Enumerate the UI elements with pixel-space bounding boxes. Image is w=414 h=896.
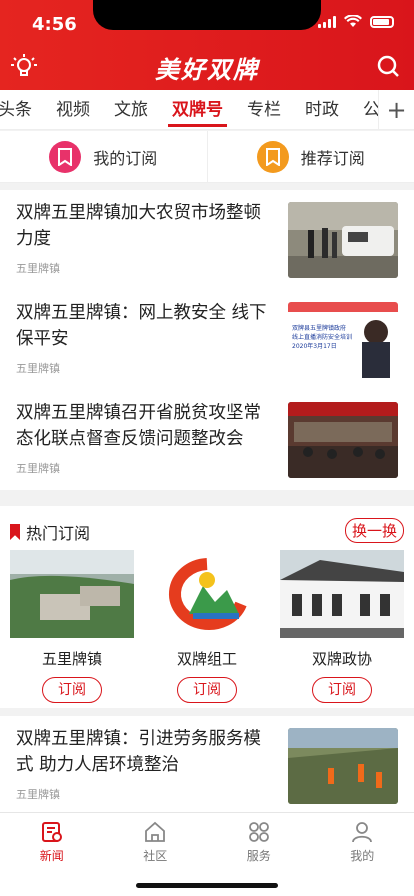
card-name: 五里牌镇 [41, 650, 102, 668]
article-source: 五里牌镇 [16, 362, 60, 375]
status-time: 4:56 [32, 14, 77, 35]
refresh-button[interactable]: 换一换 [344, 518, 404, 543]
bookmark-icon [256, 140, 289, 173]
article-thumbnail [288, 202, 398, 278]
thumb-text-1: 双牌县五里牌镇政府 [292, 325, 347, 332]
my-subscriptions-button[interactable]: 我的订阅 [0, 131, 207, 182]
article-item[interactable]: 双牌五里牌镇召开省脱贫攻坚常态化联点督查反馈问题整改会 五里牌镇 [0, 390, 414, 490]
battery-icon [370, 15, 394, 28]
article-source: 五里牌镇 [16, 462, 60, 475]
article-title: 双牌五里牌镇加大农贸市场整顿力度 [16, 203, 261, 249]
nav-profile-label: 我的 [350, 849, 375, 863]
article-title: 双牌五里牌镇：网上教安全 线下保平安 [16, 303, 267, 349]
nav-news[interactable]: 新闻 [0, 813, 104, 896]
card-image [145, 550, 269, 638]
channel-tabs: 头条 视频 文旅 双牌号 专栏 时政 公 + [0, 89, 414, 130]
recommended-subscriptions-label: 推荐订阅 [300, 148, 365, 168]
status-icons [318, 15, 394, 28]
hot-subscriptions-section: 热门订阅 换一换 五里牌镇 订阅 双牌组工 订阅 双牌政协 订阅 [0, 506, 414, 708]
device-notch [93, 0, 321, 30]
tab-video[interactable]: 视频 [44, 91, 102, 129]
hot-subscriptions-title: 热门订阅 [26, 524, 91, 543]
home-indicator [136, 883, 278, 888]
card-image [10, 550, 134, 638]
article-title: 双牌五里牌镇：引进劳务服务模式 助力人居环境整治 [16, 729, 261, 775]
nav-profile[interactable]: 我的 [311, 813, 414, 896]
tab-public[interactable]: 公 [351, 91, 378, 129]
grid-icon [248, 822, 269, 842]
article-source: 五里牌镇 [16, 262, 60, 275]
article-item[interactable]: 双牌五里牌镇：网上教安全 线下保平安 五里牌镇 双牌县五里牌镇政府 线上直播消防… [0, 290, 414, 390]
subscribe-button[interactable]: 订阅 [42, 677, 102, 703]
hot-subscription-card[interactable]: 双牌政协 订阅 [280, 550, 404, 703]
tab-headlines[interactable]: 头条 [0, 91, 44, 129]
subscribe-button[interactable]: 订阅 [312, 677, 372, 703]
article-item[interactable]: 双牌五里牌镇：引进劳务服务模式 助力人居环境整治 五里牌镇 [0, 716, 414, 816]
bookmark-check-icon [49, 140, 82, 173]
bottom-nav: 新闻 社区 服务 我的 [0, 812, 414, 896]
wifi-icon [344, 15, 362, 27]
article-thumbnail [288, 402, 398, 478]
article-body: 双牌五里牌镇：引进劳务服务模式 助力人居环境整治 五里牌镇 [0, 716, 414, 816]
nav-news-label: 新闻 [39, 849, 64, 863]
article-thumbnail [288, 728, 398, 804]
article-thumbnail: 双牌县五里牌镇政府 线上直播消防安全培训 2020年3月17日 [288, 302, 398, 378]
tab-columns[interactable]: 专栏 [235, 91, 293, 129]
card-name: 双牌政协 [311, 650, 372, 668]
thumb-text-3: 2020年3月17日 [292, 343, 337, 350]
subscription-row: 我的订阅 推荐订阅 [0, 131, 414, 183]
signal-icon [318, 15, 336, 28]
article-feed: 双牌五里牌镇加大农贸市场整顿力度 五里牌镇 双牌五里牌镇：网上教安全 线下保平安… [0, 190, 414, 490]
hot-subscriptions-header: 热门订阅 [10, 520, 90, 544]
tab-politics[interactable]: 时政 [293, 91, 351, 129]
app-header: 4:56 美好双牌 [0, 0, 414, 90]
tab-culture-travel[interactable]: 文旅 [102, 91, 160, 129]
hot-subscription-card[interactable]: 五里牌镇 订阅 [10, 550, 134, 703]
card-name: 双牌组工 [176, 650, 237, 668]
user-icon [352, 822, 373, 843]
article-item[interactable]: 双牌五里牌镇加大农贸市场整顿力度 五里牌镇 [0, 190, 414, 290]
my-subscriptions-label: 我的订阅 [93, 148, 158, 168]
search-icon[interactable] [376, 54, 400, 78]
recommended-subscriptions-button[interactable]: 推荐订阅 [206, 131, 414, 182]
subscribe-button[interactable]: 订阅 [177, 677, 237, 703]
tab-shuangpai[interactable]: 双牌号 [160, 91, 235, 129]
home-icon [145, 821, 166, 842]
nav-community-label: 社区 [143, 849, 168, 863]
add-channel-button[interactable]: + [378, 89, 414, 130]
card-image [280, 550, 404, 638]
hot-subscription-card[interactable]: 双牌组工 订阅 [145, 550, 269, 703]
article-source: 五里牌镇 [16, 788, 60, 801]
app-logo: 美好双牌 [155, 55, 259, 84]
news-icon [41, 822, 62, 842]
thumb-text-2: 线上直播消防安全培训 [292, 334, 353, 341]
nav-services-label: 服务 [246, 849, 271, 863]
bookmark-icon [10, 524, 20, 540]
article-title: 双牌五里牌镇召开省脱贫攻坚常态化联点督查反馈问题整改会 [16, 403, 261, 449]
tab-strip: 头条 视频 文旅 双牌号 专栏 时政 公 [0, 91, 378, 129]
